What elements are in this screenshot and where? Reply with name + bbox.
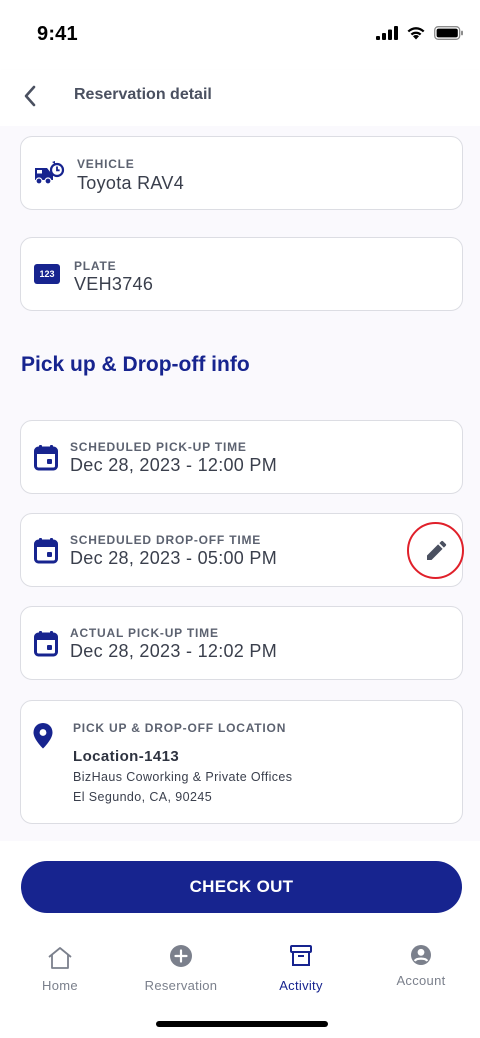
scheduled-pickup-value: Dec 28, 2023 - 12:00 PM (70, 455, 278, 475)
back-button[interactable] (14, 80, 46, 112)
pencil-icon (426, 540, 446, 560)
tab-account-label: Account (396, 973, 446, 988)
location-card: PICK UP & DROP-OFF LOCATION Location-141… (20, 700, 463, 824)
actual-pickup-value: Dec 28, 2023 - 12:02 PM (70, 641, 278, 661)
status-time: 9:41 (37, 23, 78, 45)
reservation-content[interactable]: VEHICLE Toyota RAV4 123 PLATE VEH3746 Pi… (0, 126, 480, 841)
nav-header: Reservation detail (0, 70, 480, 126)
tab-activity[interactable]: Activity (241, 941, 361, 1003)
status-bar: 9:41 (0, 0, 480, 70)
scheduled-dropoff-label: SCHEDULED DROP-OFF TIME (70, 533, 262, 547)
bottom-area: CHECK OUT Home Reservation Activity Acco… (0, 841, 480, 1038)
edit-dropoff-button[interactable] (407, 522, 464, 579)
location-pin-icon (33, 723, 53, 749)
actual-pickup-card: ACTUAL PICK-UP TIME Dec 28, 2023 - 12:02… (20, 606, 463, 680)
tab-reservation[interactable]: Reservation (121, 941, 241, 1003)
tab-account[interactable]: Account (361, 941, 480, 1003)
battery-icon (434, 26, 463, 40)
status-icons (376, 26, 464, 40)
calendar-icon (34, 631, 58, 657)
plate-card: 123 PLATE VEH3746 (20, 237, 463, 311)
signal-icon (376, 26, 398, 40)
chevron-left-icon (24, 85, 36, 107)
calendar-icon (34, 445, 58, 471)
plus-circle-icon (170, 945, 192, 967)
tab-bar: Home Reservation Activity Account (0, 941, 480, 1003)
location-name: Location-1413 (73, 748, 180, 765)
plate-value: VEH3746 (74, 274, 154, 294)
home-indicator (156, 1021, 328, 1027)
scheduled-pickup-card: SCHEDULED PICK-UP TIME Dec 28, 2023 - 12… (20, 420, 463, 494)
home-icon (48, 947, 72, 969)
location-address-line1: BizHaus Coworking & Private Offices (73, 770, 293, 784)
account-icon (411, 945, 431, 965)
tab-activity-label: Activity (279, 978, 323, 993)
scheduled-pickup-label: SCHEDULED PICK-UP TIME (70, 440, 247, 454)
scheduled-dropoff-value: Dec 28, 2023 - 05:00 PM (70, 548, 278, 568)
vehicle-card: VEHICLE Toyota RAV4 (20, 136, 463, 210)
tab-home[interactable]: Home (0, 941, 120, 1003)
check-out-button[interactable]: CHECK OUT (21, 861, 462, 913)
location-address-line2: El Segundo, CA, 90245 (73, 790, 213, 804)
wifi-icon (407, 27, 425, 40)
plate-label: PLATE (74, 259, 117, 273)
location-label: PICK UP & DROP-OFF LOCATION (73, 721, 287, 735)
tab-home-label: Home (42, 978, 78, 993)
car-transfer-icon (35, 161, 65, 185)
scheduled-dropoff-card: SCHEDULED DROP-OFF TIME Dec 28, 2023 - 0… (20, 513, 463, 587)
actual-pickup-label: ACTUAL PICK-UP TIME (70, 626, 219, 640)
section-title: Pick up & Drop-off info (21, 353, 250, 376)
vehicle-value: Toyota RAV4 (77, 173, 185, 193)
vehicle-label: VEHICLE (77, 157, 135, 171)
tab-reservation-label: Reservation (144, 978, 218, 993)
page-title: Reservation detail (74, 86, 212, 103)
plate-number-icon: 123 (34, 264, 60, 284)
archive-icon (290, 945, 312, 966)
calendar-icon (34, 538, 58, 564)
